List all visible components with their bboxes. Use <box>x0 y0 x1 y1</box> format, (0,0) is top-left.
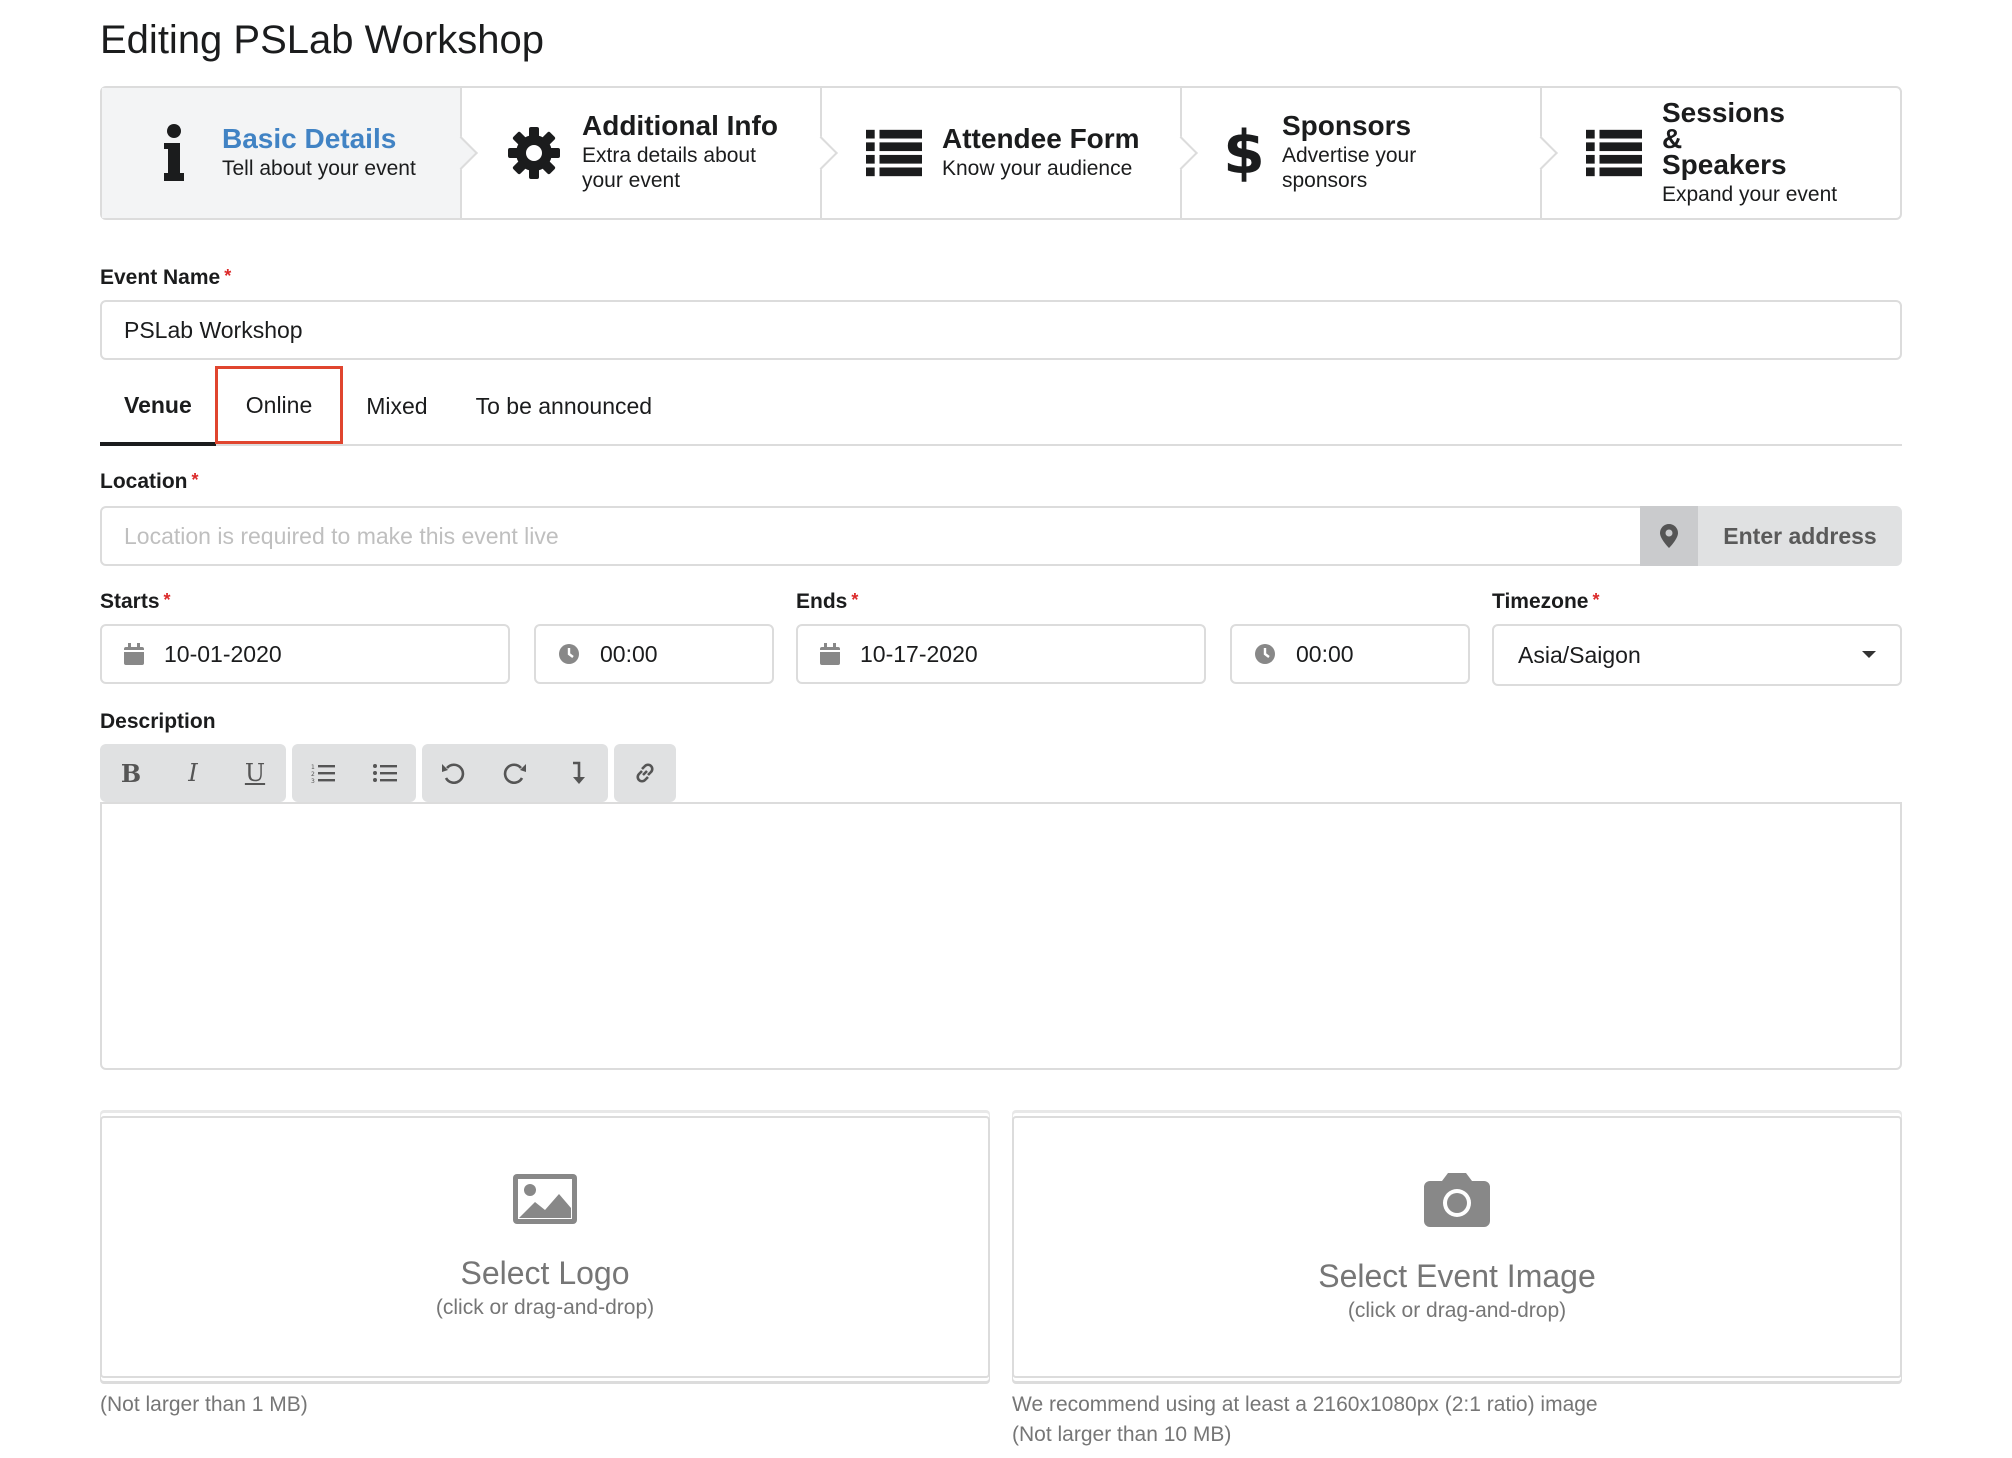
dollar-icon: $ <box>1223 118 1265 188</box>
underline-icon[interactable]: U <box>224 744 286 802</box>
step-desc: Know your audience <box>942 156 1133 180</box>
ordered-list-icon[interactable]: 123 <box>292 744 354 802</box>
upload-subtitle: (click or drag-and-drop) <box>435 1296 655 1319</box>
italic-icon[interactable]: I <box>162 744 224 802</box>
list-icon <box>866 123 922 183</box>
step-title: Basic Details <box>222 122 397 154</box>
location-input[interactable]: Location is required to make this event … <box>100 506 1642 566</box>
event-name-input[interactable]: PSLab Workshop <box>100 300 1902 360</box>
unordered-list-icon[interactable] <box>354 744 416 802</box>
svg-text:3: 3 <box>311 778 315 783</box>
step-title: Sponsors <box>1282 110 1412 141</box>
tab-mixed[interactable]: Mixed <box>342 368 451 444</box>
link-icon[interactable] <box>614 744 676 802</box>
svg-text:2: 2 <box>311 771 315 778</box>
tab-to-be-announced[interactable]: To be announced <box>452 368 677 444</box>
logo-upload[interactable]: Select Logo (click or drag-and-drop) <box>100 1116 990 1378</box>
step-title: Additional Info <box>582 110 778 141</box>
event-name-label: Event Name * <box>100 266 232 289</box>
redo-icon[interactable] <box>484 744 546 802</box>
calendar-icon <box>124 643 144 665</box>
step-basic-details[interactable]: Basic Details Tell about your event <box>102 88 478 218</box>
clock-icon <box>1254 643 1276 665</box>
step-desc: Extra details about your event <box>582 144 756 192</box>
calendar-icon <box>820 643 840 665</box>
step-desc: Advertise your sponsors <box>1282 144 1417 192</box>
tab-online[interactable]: Online <box>214 366 344 444</box>
start-time-input[interactable]: 00:00 <box>534 624 774 684</box>
step-additional-info[interactable]: Additional Info Extra details about your… <box>462 88 838 218</box>
wizard-steps: Basic Details Tell about your event Addi… <box>100 86 1902 220</box>
image-size-note: (Not larger than 10 MB) <box>1012 1423 1232 1446</box>
step-desc: Tell about your event <box>222 156 416 180</box>
end-time-input[interactable]: 00:00 <box>1230 624 1470 684</box>
start-date-input[interactable]: 10-01-2020 <box>100 624 510 684</box>
description-editor[interactable] <box>100 802 1902 1070</box>
gear-icon <box>506 123 562 183</box>
tab-venue[interactable]: Venue <box>100 368 216 446</box>
clock-icon <box>558 643 580 665</box>
map-pin-icon <box>1640 506 1698 566</box>
logo-size-note: (Not larger than 1 MB) <box>100 1393 308 1416</box>
ends-label: Ends * <box>796 590 859 613</box>
step-sessions-speakers[interactable]: Sessions & Speakers Expand your event <box>1542 88 1900 218</box>
upload-subtitle: (click or drag-and-drop) <box>1347 1299 1567 1322</box>
step-title: Attendee Form <box>942 122 1140 154</box>
upload-title: Select Event Image <box>1318 1258 1596 1294</box>
editor-toolbar: B I U 123 <box>100 744 676 802</box>
enter-address-button[interactable]: Enter address <box>1640 506 1902 566</box>
starts-label: Starts * <box>100 590 171 613</box>
step-title: Sessions & Speakers <box>1662 96 1787 180</box>
location-label: Location * <box>100 470 199 493</box>
bold-icon[interactable]: B <box>100 744 162 802</box>
location-type-tabs: Venue Online Mixed To be announced <box>100 366 1902 446</box>
upload-title: Select Logo <box>460 1255 630 1291</box>
timezone-label: Timezone * <box>1492 590 1600 613</box>
image-icon <box>513 1174 577 1229</box>
info-icon <box>146 123 202 183</box>
caret-down-icon <box>1862 651 1876 658</box>
line-break-icon[interactable] <box>546 744 608 802</box>
image-recommend-note: We recommend using at least a 2160x1080p… <box>1012 1393 1598 1416</box>
event-image-upload[interactable]: Select Event Image (click or drag-and-dr… <box>1012 1116 1902 1378</box>
end-date-input[interactable]: 10-17-2020 <box>796 624 1206 684</box>
list-icon <box>1586 123 1642 183</box>
svg-text:1: 1 <box>311 764 315 771</box>
page-title: Editing PSLab Workshop <box>100 18 544 62</box>
step-sponsors[interactable]: $ Sponsors Advertise your sponsors <box>1182 88 1558 218</box>
camera-icon <box>1424 1171 1490 1232</box>
undo-icon[interactable] <box>422 744 484 802</box>
description-label: Description <box>100 710 216 733</box>
step-attendee-form[interactable]: Attendee Form Know your audience <box>822 88 1198 218</box>
step-desc: Expand your event <box>1662 182 1838 206</box>
timezone-select[interactable]: Asia/Saigon <box>1492 624 1902 686</box>
